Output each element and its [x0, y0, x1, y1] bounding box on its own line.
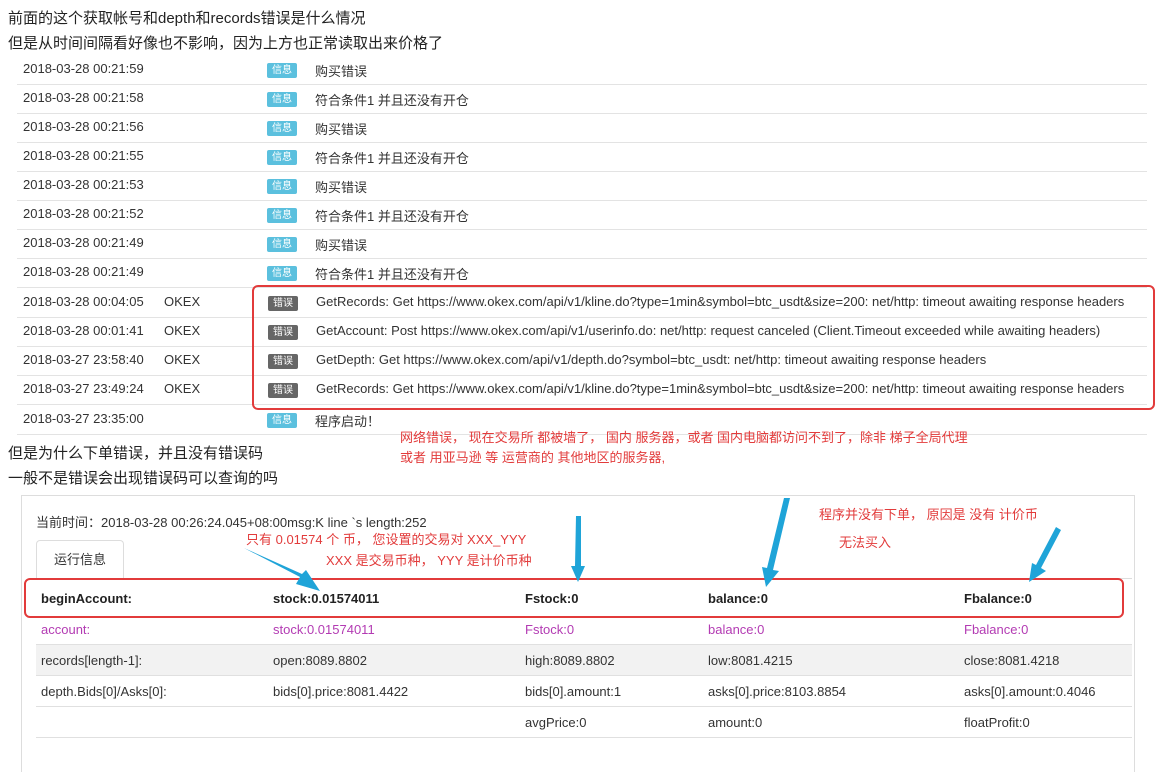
arrow-icon	[244, 548, 320, 591]
arrow-icon	[571, 516, 585, 582]
arrow-icon	[1029, 527, 1061, 582]
arrow-icon	[762, 498, 790, 587]
annotation-arrows	[244, 498, 1061, 591]
